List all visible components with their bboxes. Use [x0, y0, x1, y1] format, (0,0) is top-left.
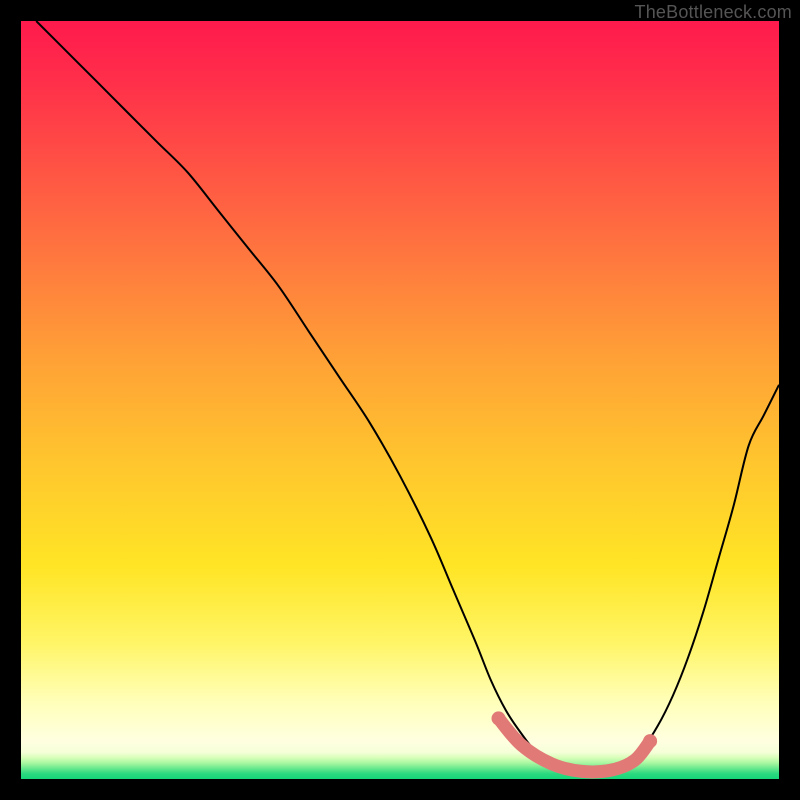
plot-area: [21, 21, 779, 779]
curve-overlay: [21, 21, 779, 779]
chart-frame: TheBottleneck.com: [0, 0, 800, 800]
optimal-range-end-dot: [643, 734, 657, 748]
watermark-text: TheBottleneck.com: [635, 2, 792, 23]
optimal-range-highlight: [499, 718, 651, 771]
bottleneck-curve: [36, 21, 779, 772]
optimal-range-start-dot: [492, 711, 506, 725]
